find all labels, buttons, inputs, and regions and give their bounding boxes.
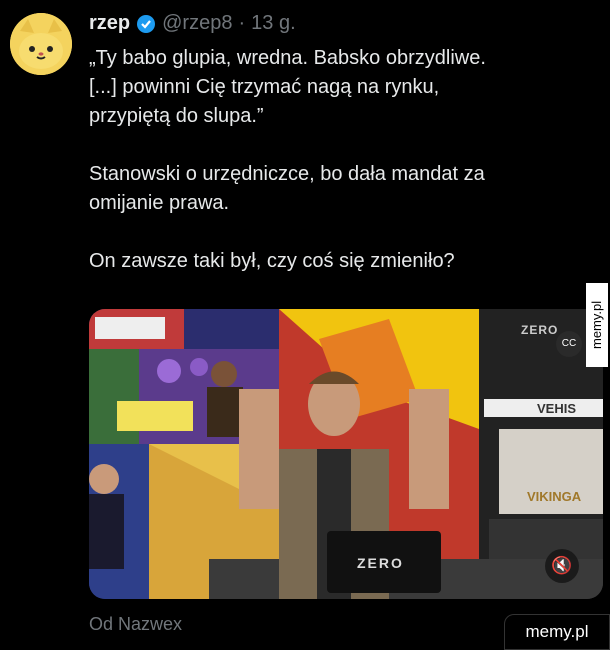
- watermark-side: memy.pl: [586, 283, 608, 367]
- sponsor-sign: VEHIS: [537, 401, 577, 416]
- laptop-label: ZERO: [357, 555, 404, 571]
- display-name[interactable]: rzep: [89, 12, 130, 35]
- handle[interactable]: @rzep8: [162, 12, 232, 35]
- channel-logo: ZERO: [521, 323, 559, 337]
- tweet-header: rzep @rzep8 · 13 g.: [89, 12, 296, 35]
- tweet-line: [...] powinni Cię trzymać nagą na rynku,: [89, 76, 440, 98]
- tweet-text: „Ty babo glupia, wredna. Babsko obrzydli…: [89, 44, 594, 276]
- separator-dot: ·: [238, 12, 246, 34]
- tweet-line: On zawsze taki był, czy coś się zmieniło…: [89, 250, 455, 272]
- avatar[interactable]: [10, 13, 72, 75]
- tweet-line: przypiętą do slupa.”: [89, 105, 264, 127]
- watermark-bottom: memy.pl: [504, 614, 610, 650]
- media-source-credit[interactable]: Od Nazwex: [89, 614, 182, 635]
- video-frame: [89, 309, 603, 599]
- tweet-line: Stanowski o urzędniczce, bo dała mandat …: [89, 163, 485, 185]
- verified-badge-icon: [136, 14, 156, 34]
- timestamp[interactable]: 13 g.: [251, 12, 295, 35]
- tweet-line: [89, 218, 594, 247]
- speaker-muted-icon: 🔇: [551, 556, 573, 575]
- video-media[interactable]: ZERO VEHIS VIKINGA ZERO: [89, 309, 603, 599]
- tweet-line: [89, 131, 594, 160]
- tweet-line: „Ty babo glupia, wredna. Babsko obrzydli…: [89, 47, 486, 69]
- captions-button[interactable]: CC: [556, 331, 582, 357]
- tweet-line: omijanie prawa.: [89, 192, 230, 214]
- viking-sign: VIKINGA: [527, 489, 582, 504]
- cat-avatar-icon: [10, 13, 72, 75]
- mute-button[interactable]: 🔇: [545, 549, 579, 583]
